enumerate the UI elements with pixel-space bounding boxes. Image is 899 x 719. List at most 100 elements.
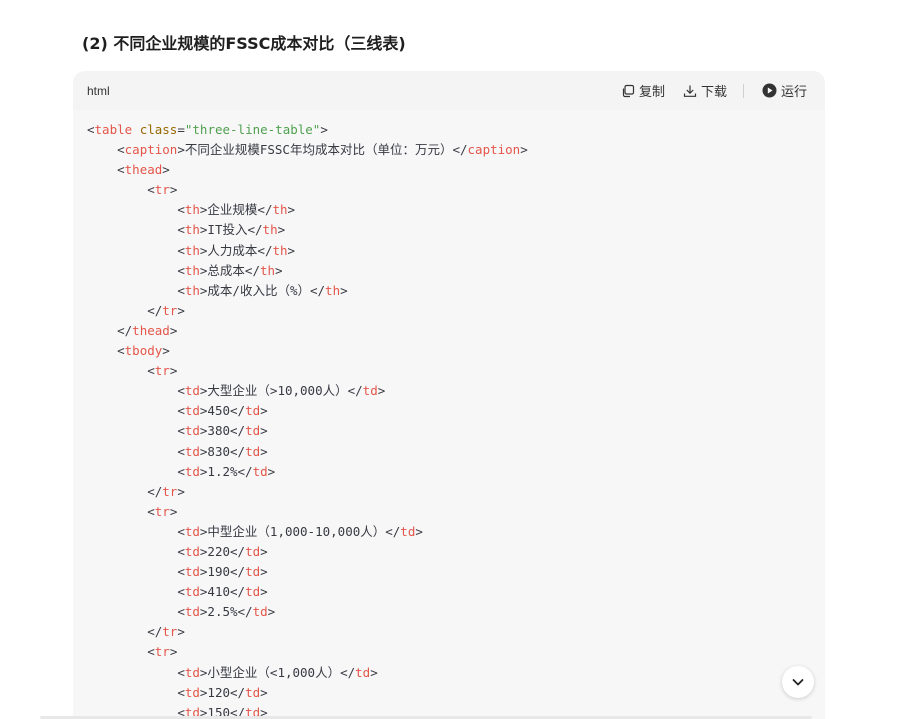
code-token: th xyxy=(184,222,200,238)
copy-icon xyxy=(622,84,635,97)
code-token: tr xyxy=(162,624,178,640)
expand-button[interactable] xyxy=(782,666,814,698)
download-label: 下载 xyxy=(700,85,727,100)
code-token: >IT投入</ xyxy=(199,222,263,238)
page: (2) 不同企业规模的FSSC成本对比（三线表) html 复制 下载 运行 <… xyxy=(0,0,899,719)
code-token: th xyxy=(272,202,288,218)
code-token: < xyxy=(177,684,185,700)
code-line: <td>120</td> xyxy=(87,683,825,703)
code-line: <th>IT投入</th> xyxy=(87,220,825,240)
code-token: td xyxy=(184,403,200,419)
code-token: < xyxy=(177,584,185,600)
code-token: < xyxy=(177,664,185,680)
code-token: th xyxy=(325,282,341,298)
code-token: < xyxy=(177,523,185,539)
code-line: <td>220</td> xyxy=(87,542,825,562)
code-token: th xyxy=(184,242,200,258)
run-button[interactable]: 运行 xyxy=(762,81,807,100)
code-token: >人力成本</ xyxy=(199,242,273,258)
code-token: thead xyxy=(124,162,163,178)
code-token: tr xyxy=(154,363,170,379)
code-token: > xyxy=(177,624,185,640)
code-token: < xyxy=(117,162,125,178)
code-token: > xyxy=(340,282,348,298)
code-token: >小型企业（<1,000人）</ xyxy=(199,664,356,680)
code-token: td xyxy=(245,684,261,700)
code-token: < xyxy=(177,282,185,298)
code-line: <td>1.2%</td> xyxy=(87,462,825,482)
code-token: th xyxy=(262,222,278,238)
code-token: td xyxy=(252,463,268,479)
code-line: <td>830</td> xyxy=(87,442,825,462)
code-token: >企业规模</ xyxy=(199,202,273,218)
code-token: >1.2%</ xyxy=(199,463,253,479)
code-token: td xyxy=(184,564,200,580)
code-token: td xyxy=(245,423,261,439)
code-token: td xyxy=(184,463,200,479)
code-token: >410</ xyxy=(199,584,246,600)
code-token: > xyxy=(169,182,178,198)
run-label: 运行 xyxy=(780,85,807,100)
code-token: < xyxy=(177,564,185,580)
code-line: <td>380</td> xyxy=(87,421,825,441)
code-line: <tbody> xyxy=(87,341,825,361)
code-line: <td>190</td> xyxy=(87,562,825,582)
download-button[interactable]: 下载 xyxy=(683,81,727,100)
copy-button[interactable]: 复制 xyxy=(621,81,665,100)
toolbar-divider xyxy=(742,83,744,98)
code-token: > xyxy=(277,222,286,238)
code-token: </ xyxy=(147,483,163,499)
code-token: < xyxy=(87,122,95,137)
code-token: tr xyxy=(162,483,178,499)
code-token: </ xyxy=(147,302,163,318)
code-token: > xyxy=(320,122,328,137)
code-token: < xyxy=(177,242,185,258)
code-token: td xyxy=(400,523,416,539)
code-token: td xyxy=(184,604,200,620)
code-token: >380</ xyxy=(199,423,246,439)
code-token: < xyxy=(177,443,185,459)
code-token: th xyxy=(184,262,200,278)
code-token: < xyxy=(147,182,155,198)
code-token: < xyxy=(147,363,155,379)
code-token: td xyxy=(184,443,200,459)
code-line: <tr> xyxy=(87,502,825,522)
code-token: th xyxy=(184,202,200,218)
code-token: >190</ xyxy=(199,564,246,580)
code-token: >2.5%</ xyxy=(199,604,253,620)
code-token: td xyxy=(184,383,200,399)
code-token: td xyxy=(245,584,261,600)
code-token: > xyxy=(260,403,268,419)
code-token: < xyxy=(147,503,155,519)
code-token: > xyxy=(260,423,268,439)
code-token: td xyxy=(245,564,261,580)
code-token: >成本/收入比（%）</ xyxy=(199,282,326,298)
code-token: caption xyxy=(124,142,178,158)
code-token: td xyxy=(184,423,200,439)
code-token: >中型企业（1,000-10,000人）</ xyxy=(199,523,401,539)
code-token: td xyxy=(355,664,371,680)
code-content[interactable]: <table class="three-line-table"> <captio… xyxy=(73,110,825,719)
code-line: <th>总成本</th> xyxy=(87,261,825,281)
code-token: >220</ xyxy=(199,543,246,559)
code-token: < xyxy=(117,343,125,359)
code-line: <tr> xyxy=(87,180,825,200)
code-token: caption xyxy=(467,142,521,158)
code-token: > xyxy=(260,543,268,559)
code-token: </ xyxy=(117,322,133,338)
code-token: tbody xyxy=(124,343,163,359)
